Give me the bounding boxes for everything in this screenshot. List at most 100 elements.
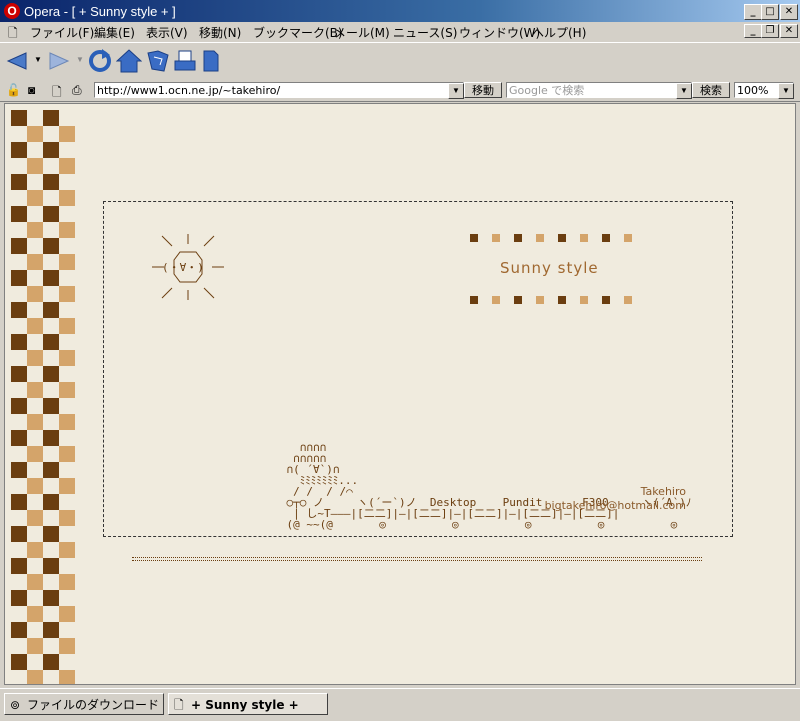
- search-button[interactable]: 検索: [692, 82, 730, 98]
- checker-square: [27, 270, 43, 286]
- checker-square: [43, 222, 59, 238]
- checker-square: [11, 206, 27, 222]
- checker-square: [27, 366, 43, 382]
- checker-square: [27, 254, 43, 270]
- checker-square: [27, 446, 43, 462]
- checker-square: [11, 382, 27, 398]
- checker-square: [27, 478, 43, 494]
- decor-square: [470, 296, 478, 304]
- checker-square: [43, 334, 59, 350]
- checker-square: [43, 142, 59, 158]
- print-icon[interactable]: [174, 49, 196, 73]
- menu-help[interactable]: ヘルプ(H): [532, 24, 586, 41]
- page-icon: 🗋: [174, 698, 184, 712]
- checker-square: [43, 254, 59, 270]
- checker-square: [43, 158, 59, 174]
- camera-icon[interactable]: ◙: [28, 83, 35, 97]
- checker-square: [59, 622, 75, 638]
- checker-square: [11, 302, 27, 318]
- hotlist-icon[interactable]: [146, 49, 170, 73]
- window-title: Opera - [ + Sunny style + ]: [24, 4, 176, 19]
- checker-square: [59, 382, 75, 398]
- back-history-icon[interactable]: ▼: [34, 55, 42, 64]
- checker-square: [43, 542, 59, 558]
- checker-square: [43, 494, 59, 510]
- page-icon[interactable]: [202, 49, 220, 73]
- author-email[interactable]: bigtakehiro@hotmail.com: [545, 499, 686, 512]
- decor-square: [602, 234, 610, 242]
- checker-square: [27, 606, 43, 622]
- checker-square: [59, 590, 75, 606]
- checker-square: [43, 526, 59, 542]
- reload-icon[interactable]: [88, 49, 112, 73]
- checker-square: [27, 462, 43, 478]
- checker-square: [27, 110, 43, 126]
- title-bar[interactable]: O Opera - [ + Sunny style + ] _ □ ✕: [0, 0, 800, 22]
- search-dropdown-icon[interactable]: ▼: [676, 83, 692, 99]
- checker-square: [27, 526, 43, 542]
- doc-close-button[interactable]: ✕: [780, 24, 798, 38]
- tab-downloads[interactable]: ⊚ ファイルのダウンロード: [4, 693, 164, 715]
- checker-square: [59, 238, 75, 254]
- menu-bookmarks[interactable]: ブックマーク(B): [253, 24, 343, 41]
- checker-square: [59, 414, 75, 430]
- checker-square: [59, 494, 75, 510]
- decor-square: [514, 234, 522, 242]
- menu-news[interactable]: ニュース(S): [393, 24, 457, 41]
- checker-square: [11, 430, 27, 446]
- menu-file[interactable]: ファイル(F): [30, 24, 94, 41]
- checker-square: [43, 318, 59, 334]
- checker-square: [43, 606, 59, 622]
- decor-square: [470, 234, 478, 242]
- decor-square: [536, 234, 544, 242]
- checker-square: [43, 350, 59, 366]
- checker-square: [27, 174, 43, 190]
- train-ascii-art: ∩∩∩∩ ∩∩∩∩∩ ∩( ´∀`)∩ ﾐﾐﾐﾐﾐﾐﾐ... / / / /⌒ …: [286, 441, 692, 531]
- checker-square: [11, 158, 27, 174]
- back-icon[interactable]: [6, 51, 28, 71]
- menu-window[interactable]: ウィンドウ(W): [459, 24, 540, 41]
- checker-square: [59, 478, 75, 494]
- checker-square: [43, 366, 59, 382]
- checker-square: [43, 270, 59, 286]
- doc-restore-button[interactable]: ❐: [761, 24, 779, 38]
- zoom-dropdown-icon[interactable]: ▼: [778, 83, 794, 99]
- checker-square: [59, 334, 75, 350]
- menu-edit[interactable]: 編集(E): [94, 24, 135, 41]
- checker-square: [27, 302, 43, 318]
- checker-square: [27, 670, 43, 684]
- status-bar: ⊚ ファイルのダウンロード 🗋 + Sunny style +: [0, 688, 800, 721]
- checker-square: [43, 510, 59, 526]
- tab-sunny-style[interactable]: 🗋 + Sunny style +: [168, 693, 328, 715]
- forward-history-icon[interactable]: ▼: [76, 55, 84, 64]
- doc-minimize-button[interactable]: _: [744, 24, 762, 38]
- checker-square: [43, 590, 59, 606]
- forward-icon[interactable]: [48, 51, 70, 71]
- checker-square: [43, 238, 59, 254]
- print-preview-icon[interactable]: ⎙: [72, 83, 82, 98]
- go-button[interactable]: 移動: [464, 82, 502, 98]
- menu-view[interactable]: 表示(V): [146, 24, 188, 41]
- close-button[interactable]: ✕: [780, 4, 798, 20]
- security-icon[interactable]: 🔓: [6, 83, 21, 97]
- checker-square: [59, 574, 75, 590]
- decor-square: [580, 296, 588, 304]
- author-name: Takehiro: [640, 485, 686, 498]
- web-content: (・∀・) Sunny style ∩∩∩∩ ∩∩∩∩∩ ∩( ´∀`)∩ ﾐﾐ…: [4, 103, 796, 685]
- url-dropdown-icon[interactable]: ▼: [448, 83, 464, 99]
- checker-square: [27, 414, 43, 430]
- home-icon[interactable]: [116, 49, 142, 73]
- checker-square: [43, 430, 59, 446]
- checker-square: [27, 398, 43, 414]
- menu-navigate[interactable]: 移動(N): [199, 24, 241, 41]
- search-input[interactable]: Google で検索: [506, 82, 692, 98]
- menu-mail[interactable]: メール(M): [334, 24, 390, 41]
- checker-square: [59, 542, 75, 558]
- checker-square: [11, 270, 27, 286]
- maximize-button[interactable]: □: [761, 4, 779, 20]
- document-icon[interactable]: 🗋: [52, 83, 62, 104]
- checker-square: [59, 110, 75, 126]
- checker-square: [11, 414, 27, 430]
- url-input[interactable]: http://www1.ocn.ne.jp/~takehiro/: [94, 82, 464, 98]
- minimize-button[interactable]: _: [744, 4, 762, 20]
